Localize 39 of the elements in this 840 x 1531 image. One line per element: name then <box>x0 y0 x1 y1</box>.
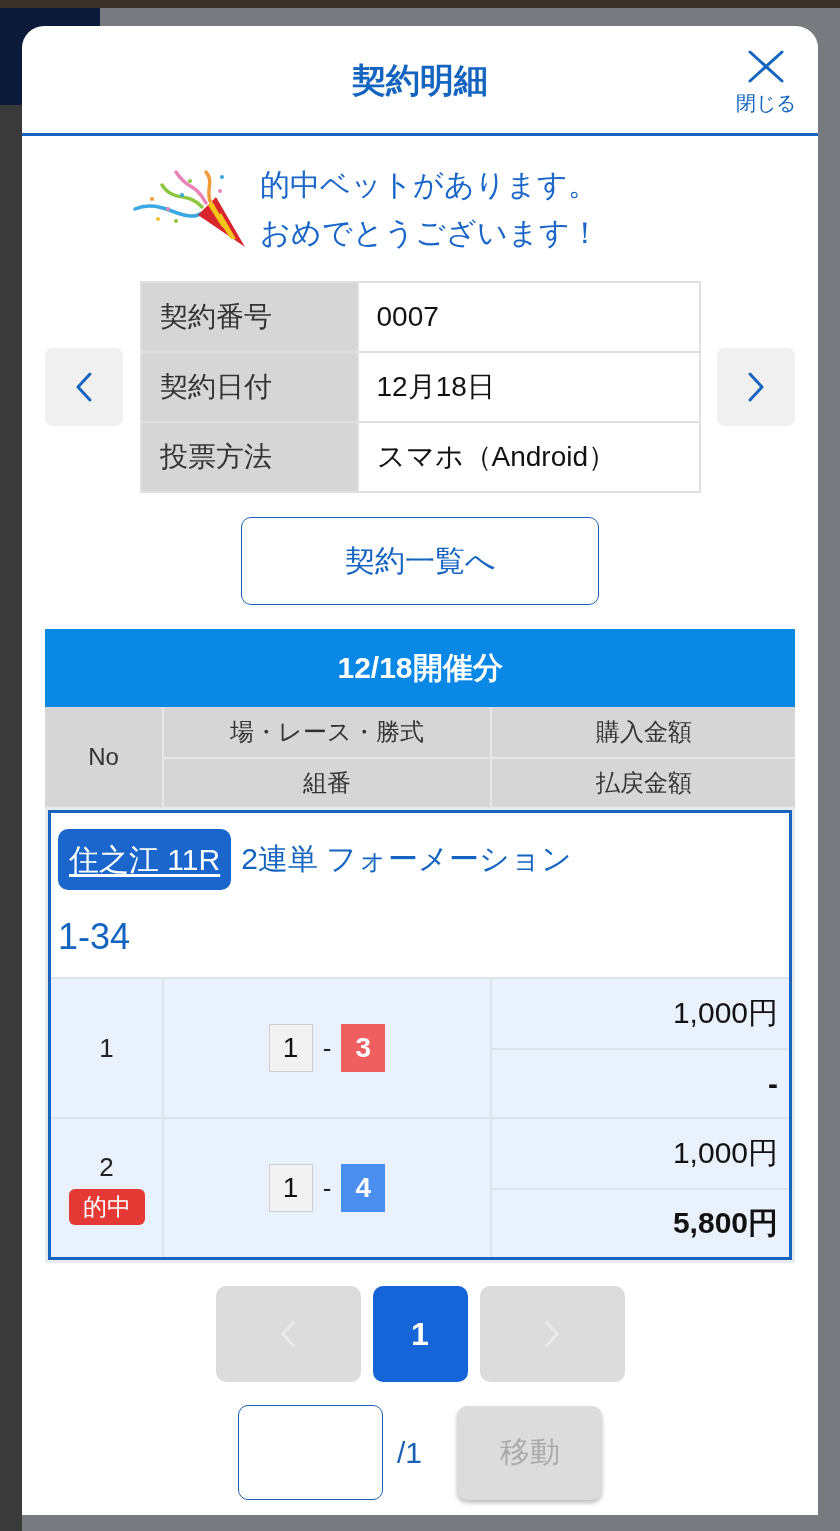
chevron-left-icon <box>76 372 92 402</box>
close-button[interactable]: 閉じる <box>736 50 796 115</box>
page-number-field[interactable] <box>238 1405 383 1500</box>
purchase-amount: 1,000円 <box>671 995 779 1031</box>
party-popper-icon <box>132 169 246 249</box>
modal-title: 契約明細 <box>352 59 488 101</box>
combo-separator: - <box>322 1032 332 1064</box>
previous-contract-button[interactable] <box>45 348 123 426</box>
contract-list-button[interactable]: 契約一覧へ <box>241 517 599 605</box>
boat-number: 4 <box>341 1164 386 1212</box>
combo-separator: - <box>322 1172 332 1204</box>
page-button[interactable]: 1 <box>372 1286 468 1382</box>
bet-type: 2連単 フォーメーション <box>241 841 573 877</box>
column-header: 購入金額 <box>490 707 795 757</box>
row-number: 1 <box>99 1032 114 1064</box>
field-value: 12月18日 <box>357 352 700 422</box>
next-contract-button[interactable] <box>717 348 795 426</box>
field-label: 契約日付 <box>140 352 358 422</box>
boat-number: 3 <box>341 1024 386 1072</box>
race-link[interactable]: 住之江 11R <box>58 829 232 890</box>
congrats-message: 的中ベットがあります。 <box>260 167 599 203</box>
close-icon <box>748 50 784 83</box>
date-header-bar: 12/18開催分 <box>45 629 795 707</box>
purchase-amount: 1,000円 <box>671 1135 779 1171</box>
boat-number: 1 <box>268 1024 313 1072</box>
boat-number: 1 <box>268 1164 313 1212</box>
row-number: 2 <box>99 1151 114 1183</box>
field-value: スマホ（Android） <box>357 422 700 492</box>
chevron-right-icon <box>748 372 764 402</box>
page-total: /1 <box>397 1435 422 1470</box>
field-label: 投票方法 <box>140 422 358 492</box>
selection-combination: 1-34 <box>58 915 131 959</box>
column-header: 場・レース・勝式 <box>162 707 490 757</box>
column-header: No <box>87 742 120 772</box>
hit-badge: 的中 <box>68 1189 145 1225</box>
field-label: 契約番号 <box>140 282 358 352</box>
congrats-message: おめでとうございます！ <box>260 215 600 251</box>
payout-amount: 5,800円 <box>492 1188 789 1257</box>
field-value: 0007 <box>357 282 700 352</box>
